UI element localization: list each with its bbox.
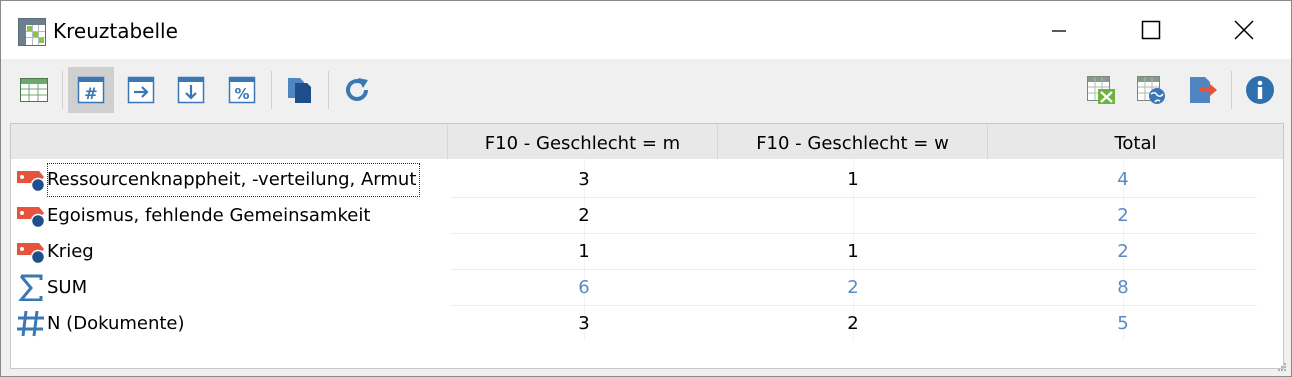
arrow-right-icon <box>127 76 155 104</box>
info-button[interactable] <box>1237 67 1283 113</box>
corner-header <box>11 124 448 159</box>
sigma-icon <box>18 274 43 301</box>
cell-w[interactable]: 2 <box>833 271 873 305</box>
table-icon <box>20 78 48 102</box>
table-row[interactable]: Ressourcenknappheit, -verteilung, Armut … <box>11 162 1261 198</box>
info-icon <box>1246 76 1274 104</box>
close-icon <box>1234 20 1254 40</box>
cell-total[interactable]: 5 <box>1103 307 1143 341</box>
window-title: Kreuztabelle <box>53 19 178 43</box>
percent-icon: % <box>228 76 256 104</box>
refresh-icon <box>346 78 368 101</box>
crosstab-app-icon <box>18 18 46 46</box>
svg-text:%: % <box>234 85 249 103</box>
copy-button[interactable] <box>277 67 323 113</box>
cell-m[interactable]: 1 <box>564 235 604 269</box>
refresh-button[interactable] <box>334 67 380 113</box>
row-label[interactable]: Krieg <box>47 235 94 269</box>
crosstab-table: F10 - Geschlecht = m F10 - Geschlecht = … <box>10 123 1284 369</box>
crosstab-window: Kreuztabelle # % F10 - Geschlecht = m F1… <box>0 0 1292 377</box>
cell-w[interactable]: 2 <box>833 307 873 341</box>
maximize-icon <box>1141 20 1161 40</box>
svg-text:#: # <box>84 84 97 103</box>
row-label[interactable]: N (Dokumente) <box>47 307 185 341</box>
table-row[interactable]: Egoismus, fehlende Gemeinsamkeit 2 2 <box>11 198 1261 234</box>
cell-total[interactable]: 2 <box>1103 199 1143 233</box>
cell-m[interactable]: 2 <box>564 199 604 233</box>
hash-icon: # <box>77 76 105 104</box>
cell-total[interactable]: 4 <box>1103 163 1143 197</box>
row-label[interactable]: Egoismus, fehlende Gemeinsamkeit <box>47 199 370 233</box>
export-excel-button[interactable] <box>1078 67 1124 113</box>
code-tag-icon <box>17 171 46 193</box>
toolbar-separator <box>328 71 329 109</box>
resize-grip-icon[interactable] <box>1277 362 1287 372</box>
toolbar-separator <box>62 71 63 109</box>
cell-m[interactable]: 3 <box>564 163 604 197</box>
toolbar-separator <box>1231 71 1232 109</box>
cell-w[interactable]: 1 <box>833 235 873 269</box>
minimize-button[interactable] <box>1036 7 1082 53</box>
excel-export-icon <box>1087 76 1115 104</box>
web-export-icon <box>1137 76 1165 104</box>
column-header-m[interactable]: F10 - Geschlecht = m <box>448 124 718 159</box>
table-view-button[interactable] <box>11 67 57 113</box>
table-row-n[interactable]: N (Dokumente) 3 2 5 <box>11 306 1261 342</box>
copy-icon <box>288 78 311 103</box>
code-tag-icon <box>17 243 46 265</box>
export-web-button[interactable] <box>1128 67 1174 113</box>
column-header-total[interactable]: Total <box>988 124 1283 159</box>
table-row[interactable]: Krieg 1 1 2 <box>11 234 1261 270</box>
cell-total[interactable]: 8 <box>1103 271 1143 305</box>
row-label[interactable]: SUM <box>47 271 87 305</box>
cell-m[interactable]: 3 <box>564 307 604 341</box>
toolbar-separator <box>271 71 272 109</box>
cell-m[interactable]: 6 <box>564 271 604 305</box>
arrow-down-icon <box>177 76 205 104</box>
table-row-sum[interactable]: SUM 6 2 8 <box>11 270 1261 306</box>
export-icon <box>1190 77 1217 103</box>
row-label[interactable]: Ressourcenknappheit, -verteilung, Armut <box>47 163 421 197</box>
hash-icon <box>17 310 44 337</box>
maximize-button[interactable] <box>1128 7 1174 53</box>
total-percent-button[interactable]: % <box>219 67 265 113</box>
column-header-w[interactable]: F10 - Geschlecht = w <box>718 124 988 159</box>
export-button[interactable] <box>1179 67 1225 113</box>
row-percent-button[interactable] <box>118 67 164 113</box>
title-bar: Kreuztabelle <box>1 1 1291 59</box>
close-button[interactable] <box>1221 7 1267 53</box>
toolbar: # % <box>1 59 1291 121</box>
cell-total[interactable]: 2 <box>1103 235 1143 269</box>
code-tag-icon <box>17 207 46 229</box>
minimize-icon <box>1052 30 1066 32</box>
cell-w[interactable]: 1 <box>833 163 873 197</box>
absolute-frequency-button[interactable]: # <box>68 67 114 113</box>
column-percent-button[interactable] <box>168 67 214 113</box>
